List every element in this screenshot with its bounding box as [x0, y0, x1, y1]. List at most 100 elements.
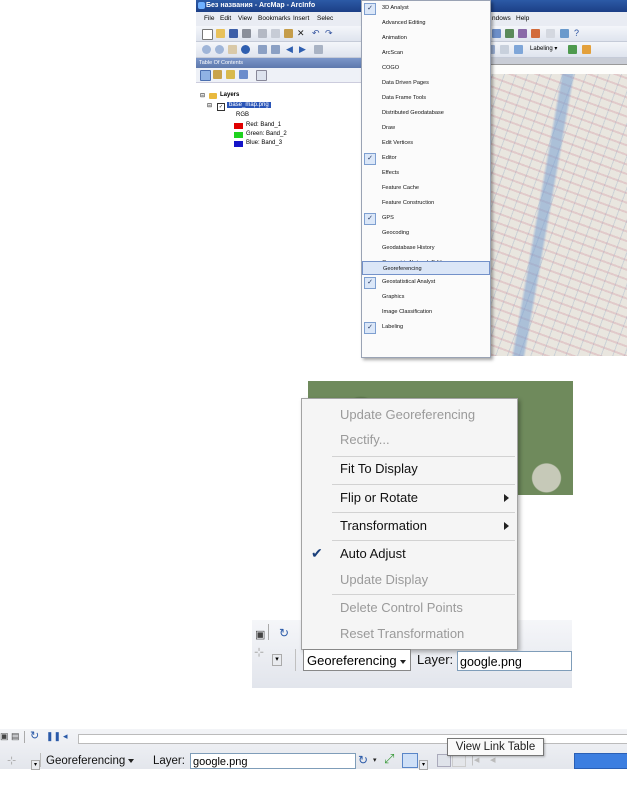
toc-window-icon[interactable] [505, 29, 514, 38]
blue-band-label: Blue: Band_3 [246, 140, 283, 146]
copy-icon[interactable] [271, 29, 280, 38]
print-icon[interactable] [242, 29, 251, 38]
python-window-icon[interactable] [560, 29, 569, 38]
document-icon[interactable]: ▣ [0, 731, 9, 742]
label-manager-icon[interactable] [568, 45, 577, 54]
toolbar-item-distributed-geodatabase[interactable]: Distributed Geodatabase [362, 106, 490, 120]
list-by-source-icon[interactable] [213, 70, 222, 79]
toolbar-item-labeling[interactable]: ✓ Labeling [362, 320, 490, 334]
toolbar-grip [295, 649, 296, 671]
menu-selection[interactable]: Selec [317, 12, 333, 26]
refresh-icon[interactable]: ↻ [279, 626, 289, 640]
back-arrow-icon[interactable]: ◀ [286, 45, 295, 54]
toolbar-item-animation[interactable]: Animation [362, 31, 490, 45]
horizontal-scrollbar[interactable] [78, 734, 627, 744]
delete-icon[interactable]: ✕ [297, 29, 306, 38]
labeling-button[interactable]: Labeling ▾ [530, 44, 557, 55]
arctoolbox-icon[interactable] [546, 29, 555, 38]
toolbar-item-draw[interactable]: Draw [362, 121, 490, 135]
toolbar-item-edit-vertices[interactable]: Edit Vertices [362, 136, 490, 150]
rotate-icon[interactable]: ↻ [358, 753, 368, 767]
document-icon[interactable]: ▣ [255, 628, 265, 641]
view-link-table-icon[interactable] [402, 753, 418, 768]
dropdown-arrow-icon [128, 758, 135, 763]
save-icon[interactable] [229, 29, 238, 38]
new-document-icon[interactable] [202, 29, 213, 40]
toolbar-item-editor[interactable]: ✓ Editor [362, 151, 490, 165]
list-by-selection-icon[interactable] [239, 70, 248, 79]
layer-visibility-checkbox[interactable]: ✓ [217, 103, 225, 111]
toolbar-item-graphics[interactable]: Graphics [362, 290, 490, 304]
layer-expand-icon[interactable]: ⊟ [207, 102, 212, 109]
georeferencing-dropdown-button[interactable]: Georeferencing [303, 649, 411, 671]
green-band-swatch [234, 132, 243, 138]
find-icon[interactable] [514, 45, 523, 54]
toolbar-item-georeferencing[interactable]: Georeferencing [362, 261, 490, 275]
layers-expand-icon[interactable]: ⊟ [200, 92, 205, 99]
measure-icon[interactable] [500, 45, 509, 54]
toolbar-item-data-frame-tools[interactable]: Data Frame Tools [362, 91, 490, 105]
add-control-points-icon[interactable]: ⊹ [254, 645, 264, 659]
georeferencing-dropdown-button[interactable]: Georeferencing [46, 755, 135, 767]
toolbar-item-advanced-editing[interactable]: Advanced Editing [362, 16, 490, 30]
open-folder-icon[interactable] [216, 29, 225, 38]
list-by-drawing-order-icon[interactable] [200, 70, 211, 81]
toolbar-item-feature-construction[interactable]: Feature Construction [362, 196, 490, 210]
rotate-dropdown-icon[interactable]: ▾ [373, 756, 377, 764]
color-input-field[interactable] [574, 753, 627, 769]
toolbar-item-image-classification[interactable]: Image Classification [362, 305, 490, 319]
toolbar-item-geodatabase-history[interactable]: Geodatabase History [362, 241, 490, 255]
menu-file[interactable]: File [204, 12, 214, 26]
zoom-out-icon[interactable] [215, 45, 224, 54]
fixed-zoom-out-icon[interactable] [271, 45, 280, 54]
toolbar-item-feature-cache[interactable]: Feature Cache [362, 181, 490, 195]
toolbar-item-data-driven-pages[interactable]: Data Driven Pages [362, 76, 490, 90]
layer-name[interactable]: base_map.png [227, 102, 271, 108]
menu-windows[interactable]: ndows [492, 12, 511, 26]
pause-icon[interactable]: ❚❚ [46, 731, 61, 742]
editor-toolbar-icon[interactable] [492, 29, 501, 38]
toolbar-separator [268, 624, 269, 640]
forward-arrow-icon[interactable]: ▶ [299, 45, 308, 54]
layer-select[interactable]: google.png [457, 651, 572, 671]
page-icon[interactable]: ▤ [11, 731, 20, 742]
redo-icon[interactable]: ↷ [325, 29, 334, 38]
toc-options-icon[interactable] [256, 70, 267, 81]
menu-flip-or-rotate[interactable]: Flip or Rotate [302, 490, 517, 508]
toolbar-item-geocoding[interactable]: Geocoding [362, 226, 490, 240]
search-window-icon[interactable] [531, 29, 540, 38]
menu-edit[interactable]: Edit [220, 12, 231, 26]
add-control-point-icon[interactable]: ⤢ [384, 751, 394, 767]
catalog-window-icon[interactable] [518, 29, 527, 38]
undo-icon[interactable]: ↶ [312, 29, 321, 38]
menu-help[interactable]: Help [516, 12, 529, 26]
whats-this-icon[interactable]: ? [574, 29, 583, 38]
chevron-down-icon[interactable]: ▾ [419, 760, 428, 770]
label-priority-icon[interactable] [582, 45, 591, 54]
layer-select[interactable]: google.png [190, 753, 356, 769]
paste-icon[interactable] [284, 29, 293, 38]
menu-transformation[interactable]: Transformation [302, 518, 517, 536]
toolbar-item-cogo[interactable]: COGO [362, 61, 490, 75]
toolbar-item-effects[interactable]: Effects [362, 166, 490, 180]
fixed-zoom-in-icon[interactable] [258, 45, 267, 54]
menu-insert[interactable]: Insert [293, 12, 309, 26]
toolbar-item-geostatistical-analyst[interactable]: ✓ Geostatistical Analyst [362, 275, 490, 289]
refresh-icon[interactable]: ↻ [30, 729, 39, 742]
add-control-points-icon[interactable]: ⊹ [7, 754, 16, 767]
select-features-icon[interactable] [314, 45, 323, 54]
arcmap-app-icon [198, 2, 205, 9]
full-extent-icon[interactable] [241, 45, 250, 54]
menu-view[interactable]: View [238, 12, 252, 26]
zoom-in-icon[interactable] [202, 45, 211, 54]
toolbar-item-gps[interactable]: ✓ GPS [362, 211, 490, 225]
toolbar-item-3d-analyst[interactable]: ✓ 3D Analyst [362, 1, 490, 15]
back-icon[interactable]: ◂ [63, 731, 68, 742]
cut-icon[interactable] [258, 29, 267, 38]
pan-icon[interactable] [228, 45, 237, 54]
list-by-visibility-icon[interactable] [226, 70, 235, 79]
chevron-down-icon[interactable]: ▾ [31, 760, 40, 770]
toolbar-item-arcscan[interactable]: ArcScan [362, 46, 490, 60]
chevron-down-icon[interactable]: ▾ [272, 654, 282, 666]
menu-bookmarks[interactable]: Bookmarks [258, 12, 291, 26]
